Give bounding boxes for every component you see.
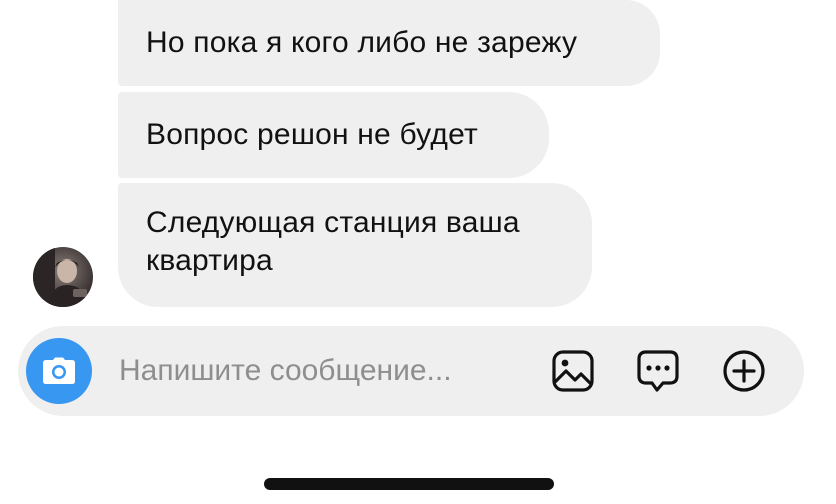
message-composer: Напишите сообщение... <box>18 326 804 416</box>
sticker-icon <box>637 350 679 392</box>
message-text: Следующая станция ваша квартира <box>146 206 520 277</box>
add-button[interactable] <box>721 348 767 394</box>
camera-button[interactable] <box>26 338 92 404</box>
chat-screen: Но пока я кого либо не зарежу Вопрос реш… <box>0 0 836 504</box>
message-bubble[interactable]: Но пока я кого либо не зарежу <box>118 0 660 86</box>
camera-icon <box>43 357 75 384</box>
sticker-button[interactable] <box>635 348 681 394</box>
avatar[interactable] <box>33 247 93 307</box>
message-input[interactable]: Напишите сообщение... <box>119 352 452 390</box>
message-bubble[interactable]: Вопрос решон не будет <box>118 92 549 178</box>
gallery-icon <box>552 350 594 392</box>
home-indicator[interactable] <box>264 478 554 490</box>
message-bubble[interactable]: Следующая станция ваша квартира <box>118 183 592 307</box>
gallery-button[interactable] <box>550 348 596 394</box>
message-text: Вопрос решон не будет <box>146 118 478 151</box>
plus-icon <box>723 350 765 392</box>
avatar-image <box>33 247 93 307</box>
message-text: Но пока я кого либо не зарежу <box>146 26 578 59</box>
